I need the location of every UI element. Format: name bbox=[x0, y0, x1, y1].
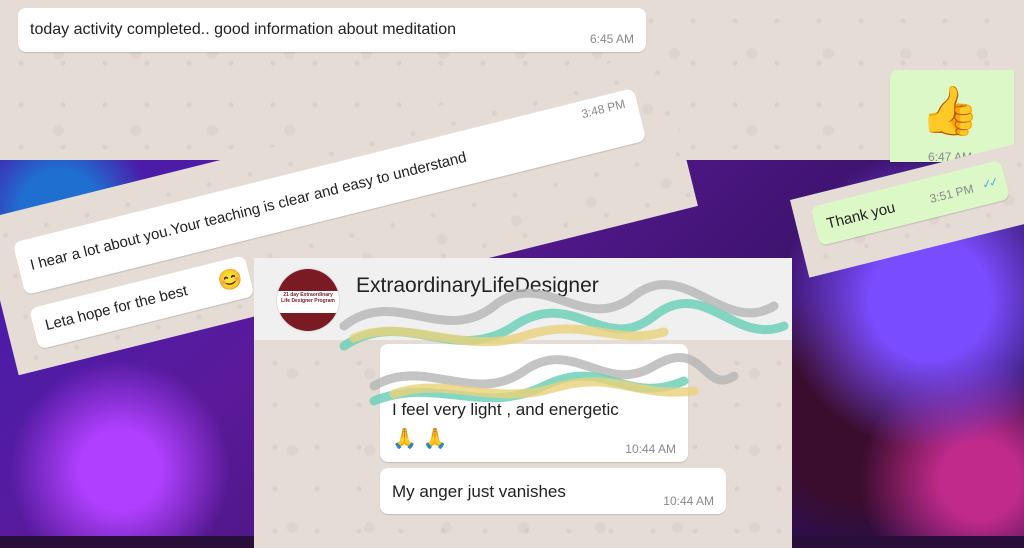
message-time: 6:45 AM bbox=[589, 32, 634, 46]
smile-icon: 😊 bbox=[215, 266, 246, 294]
message-time: 3:51 PM bbox=[928, 181, 976, 206]
message-text: My anger just vanishes bbox=[392, 482, 566, 501]
thumbs-up-icon: 👍 bbox=[920, 85, 980, 138]
message-text: today activity completed.. good informat… bbox=[30, 21, 457, 38]
folded-hands-icon: 🙏 🙏 bbox=[392, 428, 448, 450]
message-bubble-incoming[interactable]: today activity completed.. good informat… bbox=[18, 8, 646, 52]
message-bubble-incoming[interactable]: My anger just vanishes 10:44 AM bbox=[380, 468, 726, 514]
message-text: Leta hope for the best bbox=[43, 282, 190, 335]
read-receipt-icon: ✓✓ bbox=[980, 174, 998, 192]
message-text: Thank you bbox=[824, 199, 897, 233]
group-chat-card: 21 day Extraordinary Life Designer Progr… bbox=[254, 258, 792, 548]
redaction-scribble bbox=[339, 280, 789, 406]
message-time: 3:48 PM bbox=[579, 96, 627, 122]
message-time: 10:44 AM bbox=[625, 442, 676, 456]
message-time: 10:44 AM bbox=[663, 494, 714, 508]
